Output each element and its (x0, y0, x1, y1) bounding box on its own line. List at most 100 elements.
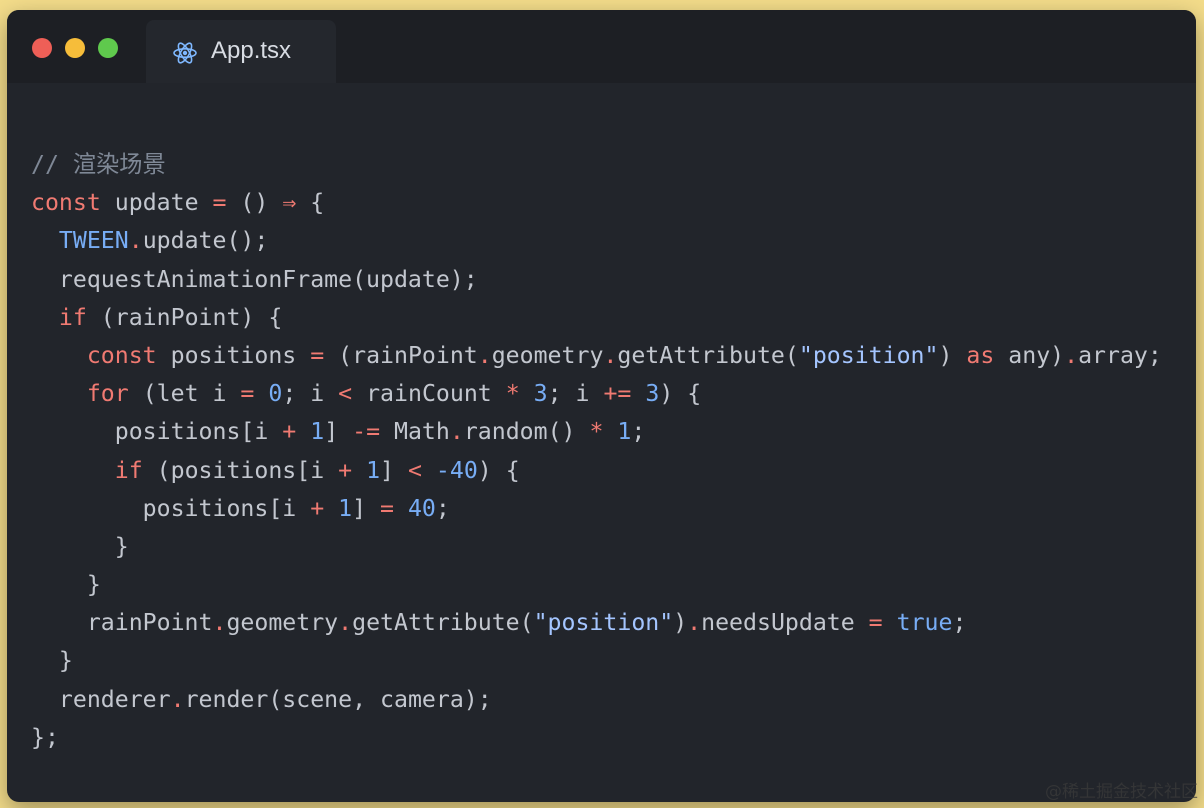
code-token-string: "position" (533, 609, 674, 637)
code-token-operator: . (212, 609, 227, 637)
code-token-plain: { (296, 189, 325, 217)
code-token-plain: ] (324, 418, 353, 446)
code-line: } (31, 566, 1162, 604)
code-token-operator: + (310, 494, 325, 522)
code-token-plain: renderer (31, 685, 171, 713)
code-token-operator: . (687, 609, 702, 637)
code-token-plain: } (31, 532, 129, 560)
code-token-plain: } (31, 647, 73, 675)
code-token-number: true (896, 609, 953, 637)
code-token-plain: ; i (547, 380, 604, 408)
code-token-plain: ; i (282, 380, 339, 408)
code-line: const positions = (rainPoint.geometry.ge… (31, 337, 1162, 375)
code-line: positions[i + 1] = 40; (31, 490, 1162, 528)
code-token-plain: random() (463, 418, 590, 446)
code-token-plain: positions[i (31, 418, 283, 446)
code-token-plain: requestAnimationFrame(update); (31, 265, 478, 293)
code-token-operator: . (477, 341, 492, 369)
code-token-keyword: if (58, 303, 87, 331)
code-token-keyword: for (86, 380, 129, 408)
code-token-plain: geometry (491, 341, 604, 369)
code-token-operator: . (128, 227, 143, 255)
code-token-number: -40 (435, 456, 478, 484)
tab-label: App.tsx (211, 37, 292, 64)
code-token-operator: * (589, 418, 604, 446)
code-token-number: 3 (533, 380, 548, 408)
code-line: const update = () ⇒ { (31, 184, 1162, 222)
code-token-plain: positions[i (31, 494, 311, 522)
close-button[interactable] (32, 38, 52, 58)
code-token-operator: < (338, 380, 353, 408)
code-line: } (31, 642, 1162, 680)
code-token-operator: = (310, 341, 325, 369)
code-token-operator: . (170, 685, 185, 713)
code-token-number: 1 (310, 418, 325, 446)
code-token-plain: array; (1078, 341, 1162, 369)
minimize-button[interactable] (65, 38, 85, 58)
code-token-plain: ; (631, 418, 646, 446)
code-token-plain: (let i (128, 380, 241, 408)
code-token-string: "position" (798, 341, 939, 369)
react-icon (173, 42, 197, 64)
code-token-plain: rainCount (352, 380, 506, 408)
watermark: @稀土掘金技术社区 (1045, 782, 1198, 802)
code-token-number: 0 (268, 380, 283, 408)
code-token-number: 40 (407, 494, 436, 522)
code-token-plain: ) { (477, 456, 520, 484)
code-token-plain: (rainPoint (324, 341, 478, 369)
code-line: }; (31, 719, 1162, 757)
code-token-plain: render(scene, camera); (184, 685, 492, 713)
code-token-plain: (positions[i (142, 456, 339, 484)
code-token-operator: < (407, 456, 422, 484)
code-line: requestAnimationFrame(update); (31, 261, 1162, 299)
code-token-plain: geometry (226, 609, 339, 637)
code-token-operator: += (603, 380, 632, 408)
code-token-plain: ; (435, 494, 450, 522)
tab-app-tsx[interactable]: App.tsx (146, 20, 336, 83)
code-token-keyword: const (31, 189, 101, 217)
code-token-number: 3 (645, 380, 660, 408)
code-line: if (positions[i + 1] < -40) { (31, 452, 1162, 490)
code-block[interactable]: // 渲染场景 const update = () ⇒ { TWEEN.updat… (31, 146, 1162, 757)
code-token-plain: rainPoint (31, 609, 213, 637)
code-token-keyword: as (966, 341, 995, 369)
code-token-operator: * (505, 380, 520, 408)
code-token-operator: . (1064, 341, 1079, 369)
code-token-plain: needsUpdate (701, 609, 869, 637)
code-token-operator: -= (352, 418, 381, 446)
code-token-operator: . (338, 609, 353, 637)
code-token-plain: (rainPoint) { (86, 303, 283, 331)
code-token-operator: . (449, 418, 464, 446)
code-token-plain: ) { (659, 380, 702, 408)
code-line: } (31, 528, 1162, 566)
code-token-plain: ) (673, 609, 688, 637)
code-line: if (rainPoint) { (31, 299, 1162, 337)
code-token-operator: = (868, 609, 883, 637)
code-token-operator: = (240, 380, 255, 408)
code-token-plain: ; (952, 609, 967, 637)
code-token-plain: any) (994, 341, 1065, 369)
code-token-type: TWEEN (58, 227, 129, 255)
code-token-operator: = (380, 494, 394, 522)
code-line: positions[i + 1] -= Math.random() * 1; (31, 413, 1162, 451)
maximize-button[interactable] (98, 38, 118, 58)
code-token-comment: // 渲染场景 (31, 151, 166, 178)
title-bar: App.tsx (7, 10, 1196, 83)
code-line: rainPoint.geometry.getAttribute("positio… (31, 604, 1162, 642)
code-token-operator: ⇒ (282, 189, 297, 217)
code-line: renderer.render(scene, camera); (31, 681, 1162, 719)
code-token-plain: getAttribute( (352, 609, 534, 637)
code-token-number: 1 (617, 418, 632, 446)
code-token-plain: positions (156, 341, 311, 369)
